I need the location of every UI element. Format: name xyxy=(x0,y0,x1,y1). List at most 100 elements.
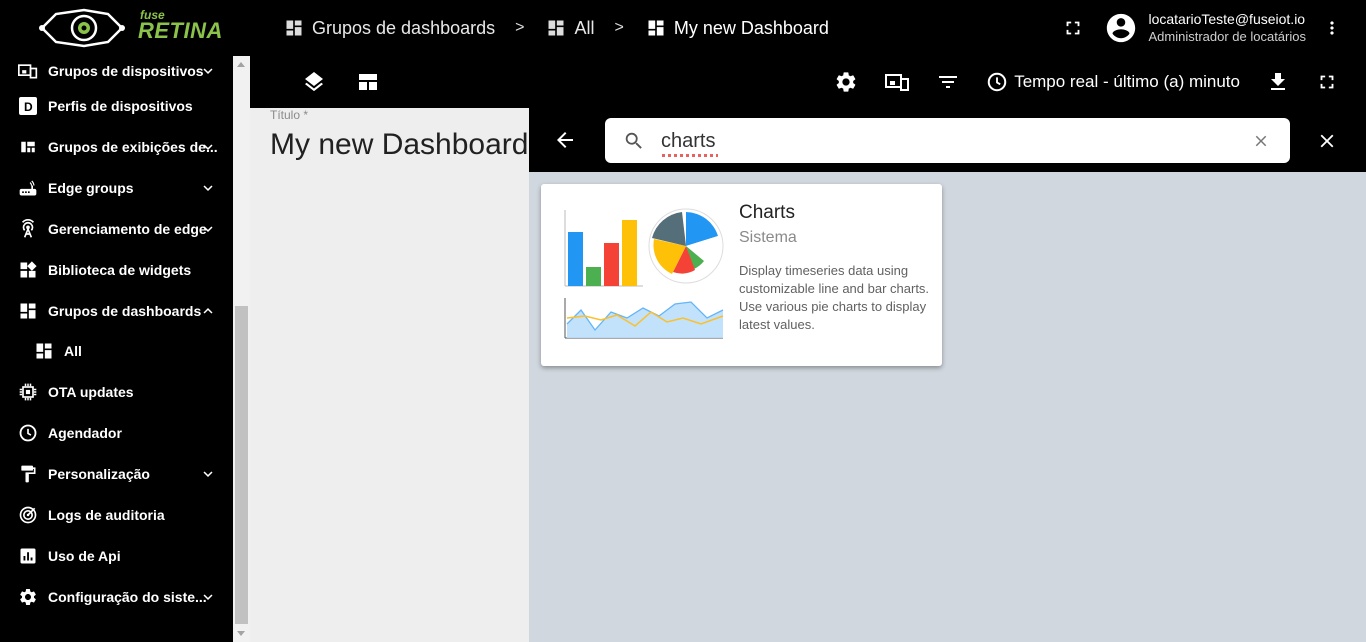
sidebar-item-audit-logs[interactable]: Logs de auditoria xyxy=(0,494,233,535)
account-circle-icon xyxy=(1107,13,1136,43)
dashboard-icon xyxy=(286,20,302,36)
layers-icon[interactable] xyxy=(302,70,326,94)
chevron-up-icon xyxy=(203,308,213,314)
search-icon xyxy=(625,132,642,149)
widget-results-panel: Charts Sistema Display timeseries data u… xyxy=(529,172,1366,642)
widget-bundle-card[interactable]: Charts Sistema Display timeseries data u… xyxy=(541,184,942,366)
scroll-up-arrow-icon[interactable] xyxy=(237,62,245,67)
breadcrumb-dashboard-groups[interactable]: Grupos de dashboards xyxy=(284,18,495,39)
sidebar-item-label: Edge groups xyxy=(48,179,134,196)
dashboard-icon xyxy=(648,20,664,36)
gear-icon xyxy=(18,587,38,607)
chevron-down-icon xyxy=(203,68,213,74)
time-window-selector[interactable]: Tempo real - último (a) minuto xyxy=(986,71,1240,93)
device-profile-icon: D xyxy=(18,96,38,116)
breadcrumb-label: My new Dashboard xyxy=(673,17,829,38)
track-changes-icon xyxy=(18,505,38,525)
breadcrumb-separator: > xyxy=(614,19,624,36)
sidebar: Grupos de dispositivos D Perfis de dispo… xyxy=(0,56,233,642)
dashboard-title-input[interactable]: My new Dashboard xyxy=(270,128,528,162)
sidebar-item-scheduler[interactable]: Agendador xyxy=(0,412,233,453)
chevron-down-icon xyxy=(203,594,213,600)
gear-icon[interactable] xyxy=(834,70,858,94)
chevron-down-icon xyxy=(203,471,213,477)
view-groups-icon xyxy=(18,137,38,157)
dashboard-toolbar: Tempo real - último (a) minuto xyxy=(250,56,1366,108)
sidebar-scrollbar[interactable] xyxy=(233,56,250,642)
sidebar-item-label: All xyxy=(64,343,82,359)
bar-chart-icon xyxy=(18,546,38,566)
router-icon xyxy=(18,178,38,198)
top-bar: fuse RETINA Grupos de dashboards > All >… xyxy=(0,0,1366,56)
arrow-back-icon[interactable] xyxy=(553,128,577,152)
top-right-actions: locatarioTeste@fuseiot.io Administrador … xyxy=(1062,0,1366,56)
scrollbar-thumb[interactable] xyxy=(235,306,248,624)
widget-search-box xyxy=(605,118,1290,163)
close-icon[interactable] xyxy=(1316,130,1338,152)
more-vert-icon[interactable] xyxy=(1322,16,1342,40)
layout-icon[interactable] xyxy=(356,70,380,94)
clear-icon[interactable] xyxy=(1252,132,1270,150)
widget-search-header xyxy=(529,108,1366,172)
breadcrumb-separator: > xyxy=(515,19,525,36)
sidebar-item-label: Grupos de dashboards xyxy=(48,302,202,319)
sidebar-item-device-groups[interactable]: Grupos de dispositivos xyxy=(0,56,233,85)
fullscreen-icon[interactable] xyxy=(1062,17,1084,39)
sidebar-item-label: Configuração do siste... xyxy=(48,588,207,605)
sidebar-item-label: Gerenciamento de edge xyxy=(48,220,207,237)
sidebar-item-edge-management[interactable]: Gerenciamento de edge xyxy=(0,208,233,249)
sidebar-item-label: Uso de Api xyxy=(48,547,121,564)
devices-group-icon xyxy=(18,61,38,81)
sidebar-item-edge-groups[interactable]: Edge groups xyxy=(0,167,233,208)
sidebar-item-view-groups[interactable]: Grupos de exibições de... xyxy=(0,126,233,167)
scroll-down-arrow-icon[interactable] xyxy=(237,631,245,636)
dashboard-title-label: Título * xyxy=(270,108,309,122)
sidebar-item-system-settings[interactable]: Configuração do siste... xyxy=(0,576,233,617)
sidebar-item-label: Grupos de exibições de... xyxy=(48,138,218,155)
user-role: Administrador de locatários xyxy=(1148,29,1306,44)
sidebar-item-dashboard-groups[interactable]: Grupos de dashboards xyxy=(0,290,233,331)
antenna-icon xyxy=(18,218,38,239)
user-menu[interactable]: locatarioTeste@fuseiot.io Administrador … xyxy=(1104,10,1306,46)
sidebar-item-widget-library[interactable]: Biblioteca de widgets xyxy=(0,249,233,290)
dashboard-icon xyxy=(34,341,54,361)
sidebar-item-api-usage[interactable]: Uso de Api xyxy=(0,535,233,576)
download-icon[interactable] xyxy=(1266,70,1290,94)
paint-roller-icon xyxy=(18,464,38,484)
breadcrumb-label: Grupos de dashboards xyxy=(312,17,496,38)
sidebar-item-label: Perfis de dispositivos xyxy=(48,97,193,114)
widget-bundle-description: Display timeseries data using customizab… xyxy=(739,263,930,332)
time-window-label: Tempo real - último (a) minuto xyxy=(1014,72,1240,91)
brand-logo[interactable]: fuse RETINA xyxy=(32,0,222,56)
widget-search-input[interactable] xyxy=(661,126,1241,156)
breadcrumb-label: All xyxy=(574,17,595,38)
svg-text:D: D xyxy=(24,100,33,114)
clock-icon xyxy=(18,423,38,443)
user-email: locatarioTeste@fuseiot.io xyxy=(1148,11,1306,27)
charts-preview-thumbnail xyxy=(564,208,724,339)
chevron-down-icon xyxy=(203,226,213,232)
devices-icon[interactable] xyxy=(884,70,910,94)
sidebar-item-all-dashboards[interactable]: All xyxy=(0,331,233,371)
sidebar-item-device-profiles[interactable]: D Perfis de dispositivos xyxy=(0,85,233,126)
dashboard-icon xyxy=(18,301,38,321)
dashboard-icon xyxy=(548,20,564,36)
sidebar-item-label: Grupos de dispositivos xyxy=(48,62,204,79)
sidebar-item-label: Personalização xyxy=(48,465,150,482)
sidebar-item-label: Biblioteca de widgets xyxy=(48,261,192,278)
sidebar-item-customization[interactable]: Personalização xyxy=(0,453,233,494)
widget-bundle-title: Charts xyxy=(739,202,795,223)
spellcheck-underline xyxy=(662,154,718,157)
filter-icon[interactable] xyxy=(936,70,960,94)
sidebar-item-label: Agendador xyxy=(48,424,122,441)
chip-icon xyxy=(18,382,38,402)
widget-bundle-source: Sistema xyxy=(739,229,797,246)
chevron-down-icon xyxy=(203,144,213,150)
brand-line2: RETINA xyxy=(138,18,223,43)
clock-icon xyxy=(987,72,1007,92)
chevron-down-icon xyxy=(203,185,213,191)
fullscreen-icon[interactable] xyxy=(1316,71,1338,93)
sidebar-item-ota-updates[interactable]: OTA updates xyxy=(0,371,233,412)
sidebar-item-label: OTA updates xyxy=(48,383,134,400)
breadcrumb-all[interactable]: All xyxy=(546,18,594,39)
